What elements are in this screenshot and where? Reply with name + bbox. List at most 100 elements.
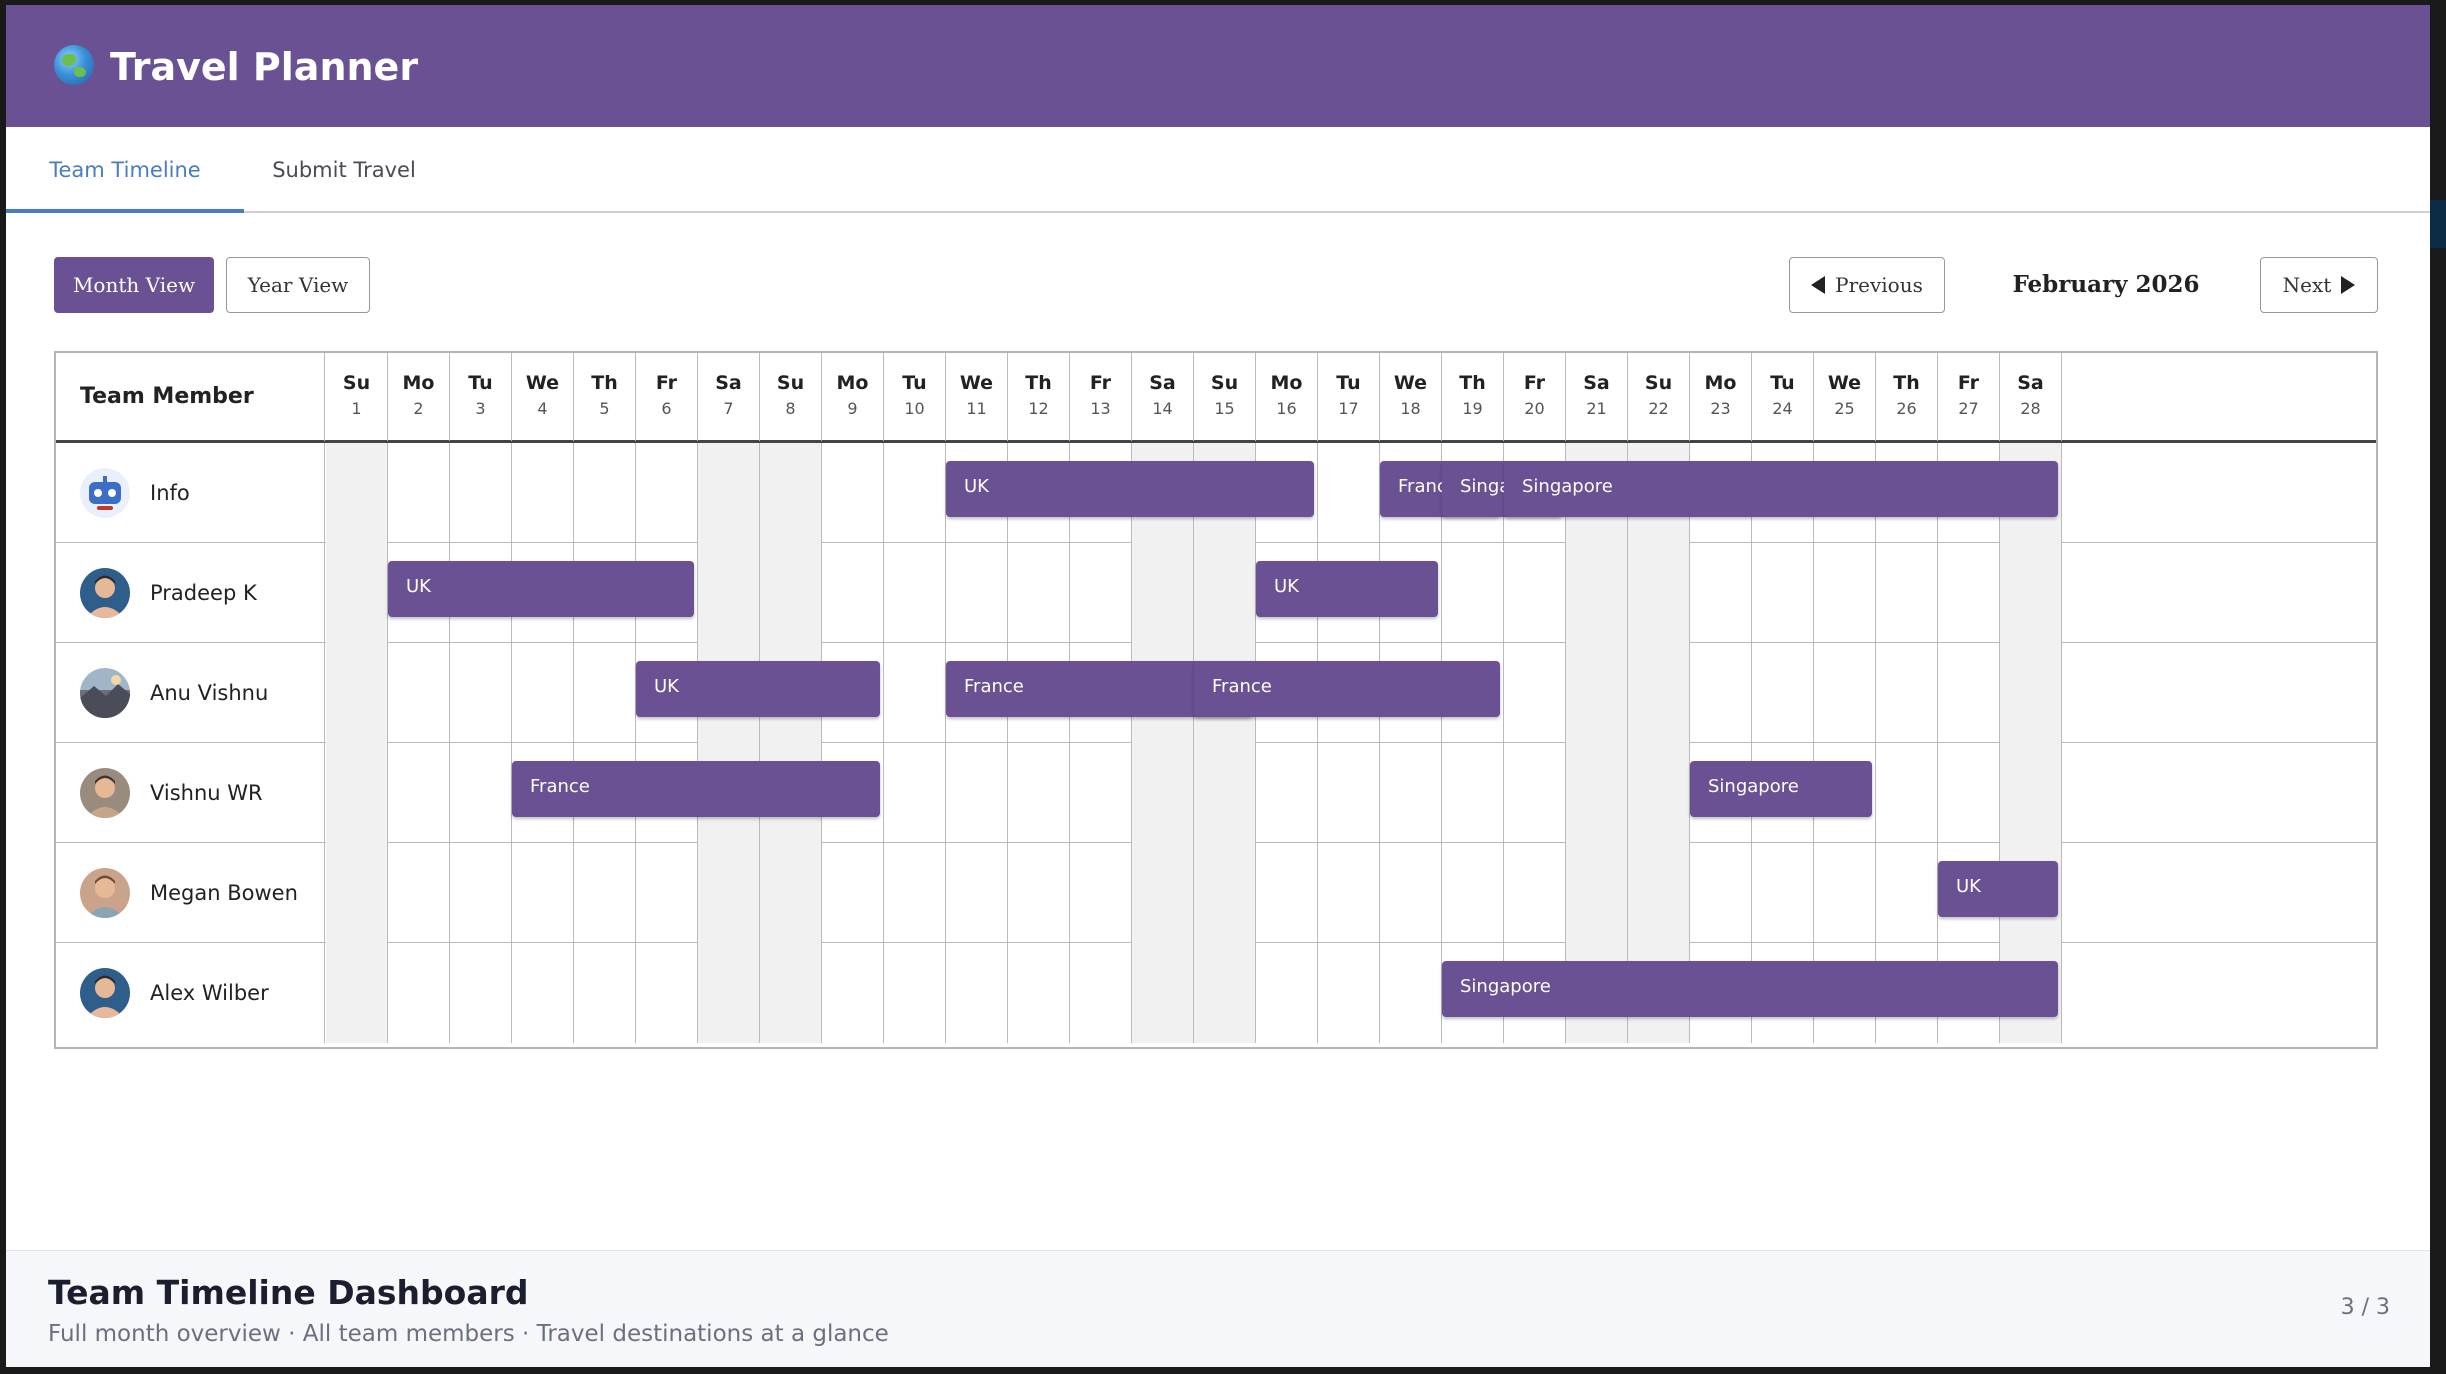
- day-cell: [636, 843, 698, 943]
- tab-team-timeline[interactable]: Team Timeline: [6, 127, 244, 213]
- day-cell: [1628, 643, 1690, 743]
- day-cell: [1690, 643, 1752, 743]
- member-name: Anu Vishnu: [150, 681, 269, 705]
- footer-subtitle: Full month overview · All team members ·…: [48, 1321, 889, 1347]
- day-cell: [1318, 443, 1380, 543]
- trip-bar[interactable]: UK: [636, 661, 880, 717]
- member-name: Vishnu WR: [150, 781, 263, 805]
- day-cell: [636, 443, 698, 543]
- day-of-week-label: Th: [1025, 372, 1052, 394]
- trip-bar[interactable]: UK: [1256, 561, 1438, 617]
- day-of-week-label: Fr: [655, 372, 678, 394]
- day-cell: [1814, 643, 1876, 743]
- day-cell: [946, 743, 1008, 843]
- tab-bar: Team Timeline Submit Travel: [6, 127, 2430, 213]
- day-number-label: 27: [1958, 399, 1979, 418]
- day-header: Tu 10: [884, 353, 946, 441]
- day-of-week-label: Mo: [1270, 372, 1303, 394]
- day-cell: [946, 543, 1008, 643]
- day-cell: [1690, 843, 1752, 943]
- day-header: Su 1: [326, 353, 388, 441]
- day-cell: [1938, 643, 2000, 743]
- day-cell: [1194, 543, 1256, 643]
- day-cell: [1752, 543, 1814, 643]
- day-of-week-label: Tu: [1336, 372, 1361, 394]
- trip-bar[interactable]: Singapore: [1690, 761, 1872, 817]
- day-number-label: 28: [2020, 399, 2041, 418]
- day-number-label: 7: [723, 399, 734, 418]
- trip-bar[interactable]: UK: [946, 461, 1314, 517]
- day-header: Fr 13: [1070, 353, 1132, 441]
- day-cell: [1132, 543, 1194, 643]
- day-number-label: 23: [1710, 399, 1731, 418]
- tab-submit-travel[interactable]: Submit Travel: [264, 127, 424, 213]
- year-view-button[interactable]: Year View: [226, 257, 370, 313]
- day-cell: [388, 943, 450, 1043]
- trip-bar[interactable]: UK: [1938, 861, 2058, 917]
- day-cell: [1194, 843, 1256, 943]
- trip-bar[interactable]: Singapore: [1504, 461, 2058, 517]
- trip-bar[interactable]: UK: [388, 561, 694, 617]
- day-cell: [822, 843, 884, 943]
- day-number-label: 20: [1524, 399, 1545, 418]
- day-cell: [1318, 743, 1380, 843]
- current-month-label: February 2026: [2012, 271, 2200, 298]
- trip-bar[interactable]: France: [512, 761, 880, 817]
- day-number-label: 21: [1586, 399, 1607, 418]
- trip-bar[interactable]: Singapore: [1442, 961, 2058, 1017]
- day-cell: [326, 443, 388, 543]
- day-cell: [574, 843, 636, 943]
- day-number-label: 4: [537, 399, 548, 418]
- avatar: [80, 768, 130, 818]
- day-header: Mo 23: [1690, 353, 1752, 441]
- trip-bar[interactable]: France: [1194, 661, 1500, 717]
- day-cell: [2000, 643, 2062, 743]
- day-of-week-label: Mo: [402, 372, 435, 394]
- day-cell: [1628, 743, 1690, 843]
- day-of-week-label: Th: [1893, 372, 1920, 394]
- day-header: Mo 2: [388, 353, 450, 441]
- day-number-label: 18: [1400, 399, 1421, 418]
- day-header: Mo 16: [1256, 353, 1318, 441]
- member-name: Megan Bowen: [150, 881, 298, 905]
- month-view-button[interactable]: Month View: [54, 257, 214, 313]
- day-cell: [1008, 743, 1070, 843]
- day-of-week-label: Fr: [1957, 372, 1980, 394]
- day-cell: [1566, 743, 1628, 843]
- day-cell: [1876, 643, 1938, 743]
- day-cell: [1008, 843, 1070, 943]
- member-name: Pradeep K: [150, 581, 257, 605]
- day-number-label: 22: [1648, 399, 1669, 418]
- day-number-label: 15: [1214, 399, 1235, 418]
- day-cell: [1814, 843, 1876, 943]
- day-number-label: 12: [1028, 399, 1049, 418]
- member-row: Anu Vishnu UK France France: [56, 643, 2376, 743]
- day-of-week-label: Th: [591, 372, 618, 394]
- day-header: Th 5: [574, 353, 636, 441]
- next-month-button[interactable]: Next: [2260, 257, 2378, 313]
- day-cell: [760, 543, 822, 643]
- day-cell: [946, 843, 1008, 943]
- day-cell: [1132, 943, 1194, 1043]
- day-number-label: 9: [847, 399, 858, 418]
- day-cell: [884, 443, 946, 543]
- day-cell: [2000, 543, 2062, 643]
- day-cell: [574, 643, 636, 743]
- triangle-left-icon: [1811, 275, 1826, 294]
- day-cell: [1566, 543, 1628, 643]
- day-number-label: 1: [351, 399, 362, 418]
- day-number-label: 3: [475, 399, 486, 418]
- day-cell: [1194, 743, 1256, 843]
- day-of-week-label: Su: [1210, 372, 1239, 394]
- previous-month-button[interactable]: Previous: [1789, 257, 1945, 313]
- day-cell: [512, 843, 574, 943]
- member-row: Pradeep K UK UK: [56, 543, 2376, 643]
- day-number-label: 2: [413, 399, 424, 418]
- day-cell: [450, 843, 512, 943]
- day-header: Fr 27: [1938, 353, 2000, 441]
- day-cell: [1318, 843, 1380, 943]
- day-number-label: 24: [1772, 399, 1793, 418]
- previous-label: Previous: [1835, 273, 1923, 297]
- day-header: Su 22: [1628, 353, 1690, 441]
- day-of-week-label: Sa: [1583, 372, 1610, 394]
